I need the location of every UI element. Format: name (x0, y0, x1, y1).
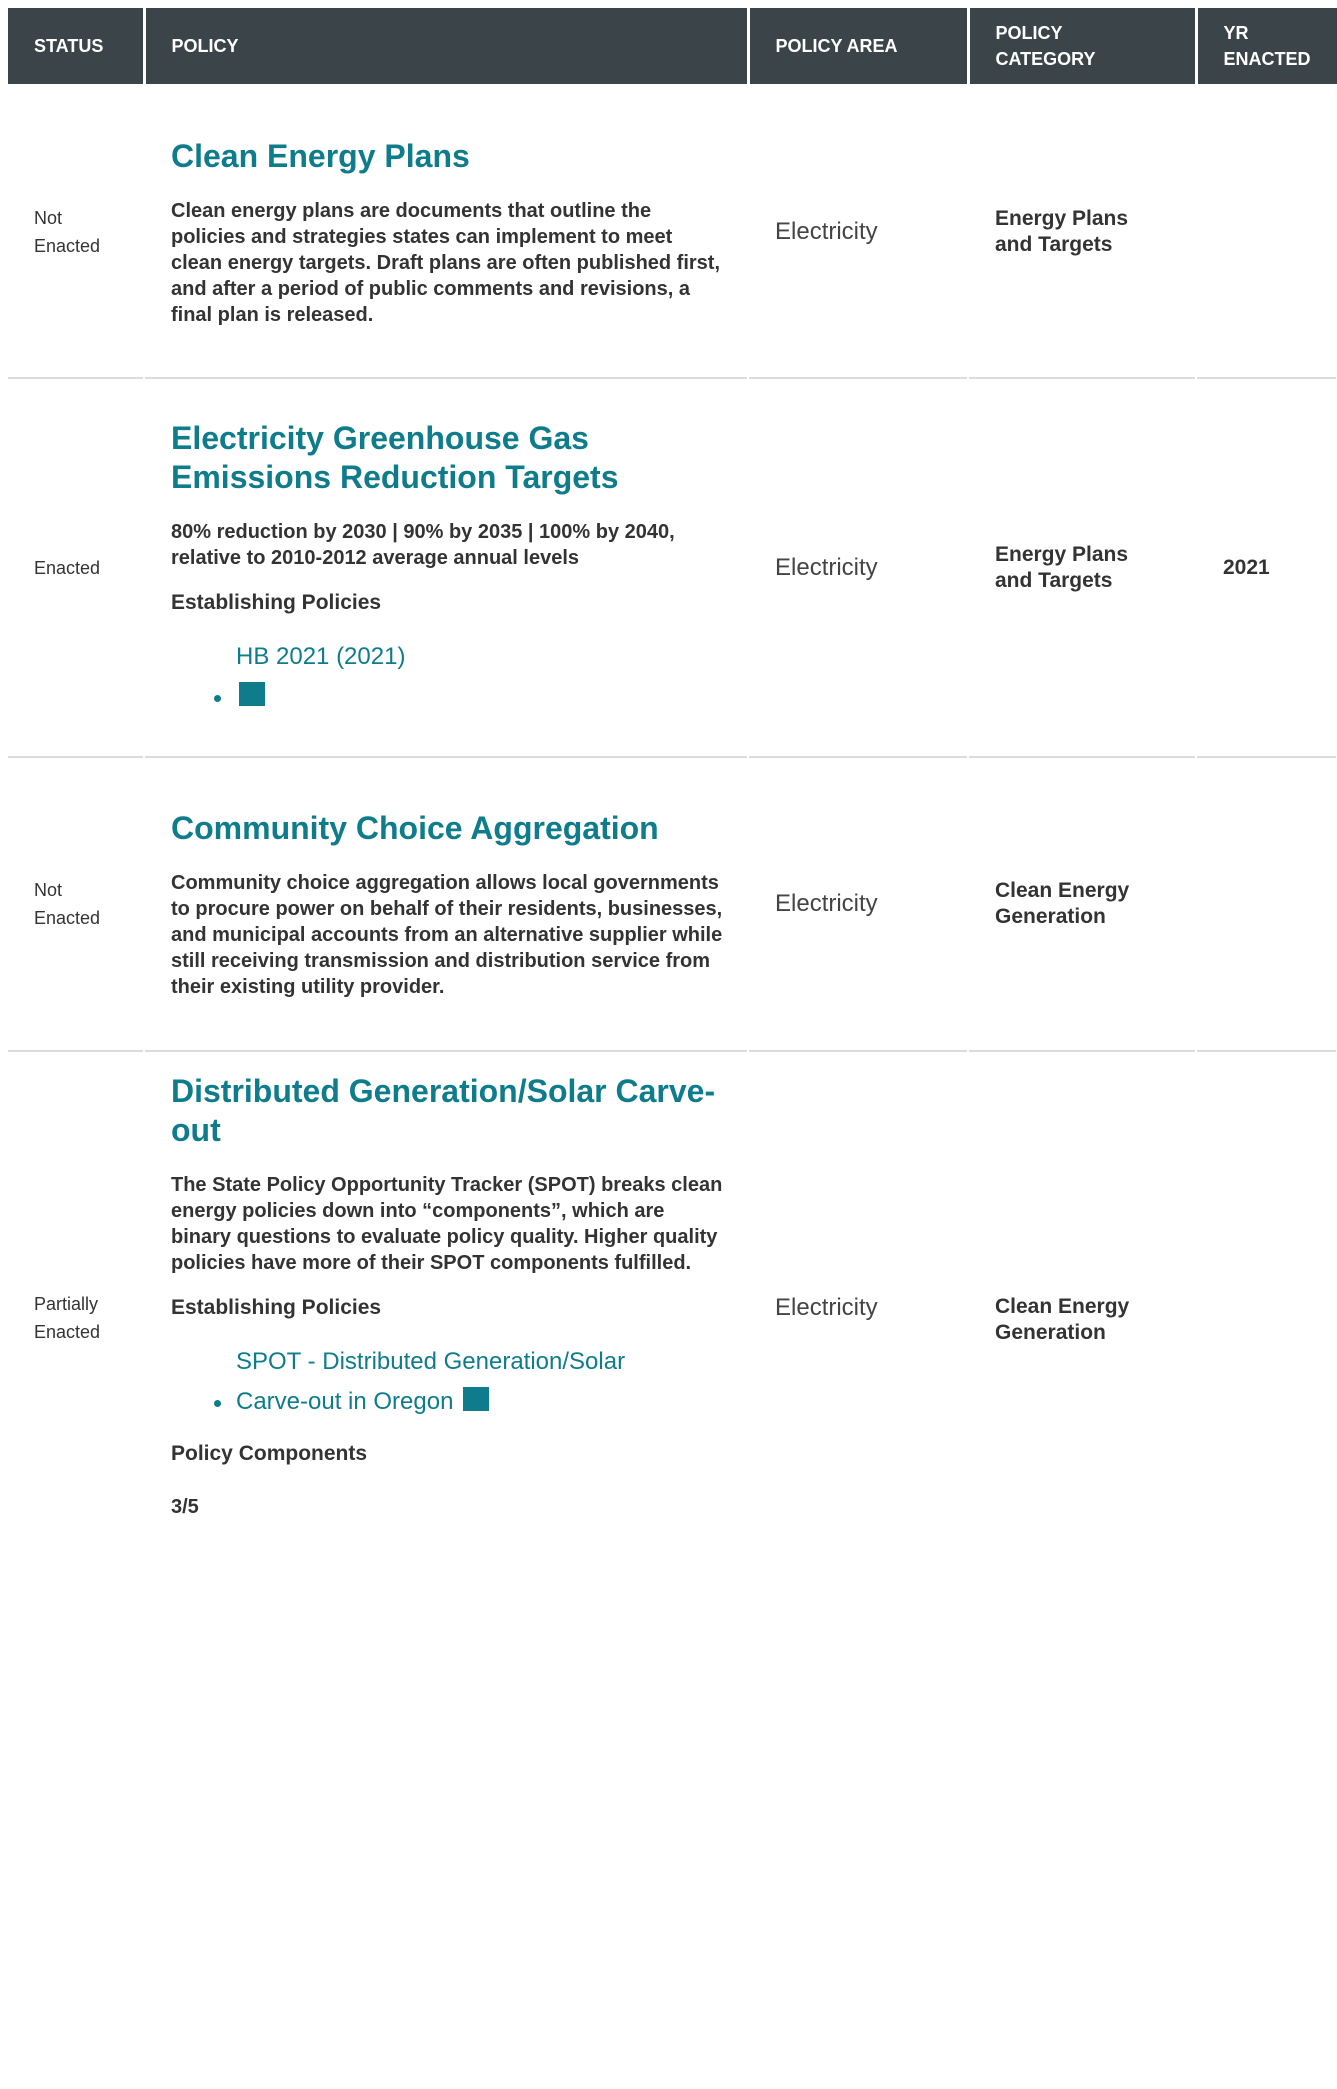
header-status-label: STATUS (34, 36, 104, 56)
table-row: Partially Enacted Distributed Generation/… (8, 1050, 1337, 1814)
status-text: Enacted (34, 557, 101, 578)
policy-components-value: 3/5 (171, 1496, 199, 1518)
establishing-policies-list: HB 2021 (2021) (171, 637, 723, 717)
policy-area-cell: Electricity (748, 756, 969, 1051)
table-row: Not Enacted Community Choice Aggregation … (8, 756, 1337, 1051)
table-header: STATUS POLICY POLICY AREA POLICY CATEGORY… (8, 8, 1337, 86)
status-text: Not (34, 208, 63, 228)
policy-area-cell: Electricity (748, 377, 969, 757)
list-item: HB 2021 (2021) (236, 637, 723, 677)
policy-description: Clean energy plans are documents that ou… (171, 199, 721, 326)
policy-area-cell: Electricity (748, 84, 969, 378)
table-row: Enacted Electricity Greenhouse Gas Emiss… (8, 377, 1337, 757)
header-area-label: POLICY AREA (775, 36, 898, 56)
header-yr-label-1: YR (1223, 23, 1249, 43)
status-cell: Not Enacted (8, 756, 145, 1051)
year-enacted-cell (1196, 756, 1337, 1051)
policy-title[interactable]: Community Choice Aggregation (171, 809, 723, 848)
policy-table-container: STATUS POLICY POLICY AREA POLICY CATEGORY… (8, 8, 1337, 1814)
external-link-square-icon[interactable] (239, 681, 265, 706)
status-text: Partially (34, 1294, 99, 1314)
policy-cell: Community Choice Aggregation Community c… (144, 756, 749, 1051)
header-category-label-2: CATEGORY (995, 49, 1096, 69)
year-enacted-cell (1196, 1050, 1337, 1814)
list-item: SPOT - Distributed Generation/Solar (236, 1342, 723, 1382)
policy-category-cell: Energy Plans and Targets (968, 377, 1197, 757)
table-row: Not Enacted Clean Energy Plans Clean ener… (8, 84, 1337, 378)
policy-description: The State Policy Opportunity Tracker (SP… (171, 1174, 723, 1274)
policy-area-cell: Electricity (748, 1050, 969, 1814)
status-text: Enacted (34, 908, 101, 928)
policy-link[interactable]: SPOT - Distributed Generation/Solar (236, 1348, 625, 1375)
policy-cell: Clean Energy Plans Clean energy plans ar… (144, 84, 749, 378)
header-yr-enacted[interactable]: YR ENACTED (1196, 8, 1337, 86)
header-policy-area[interactable]: POLICY AREA (748, 8, 970, 86)
policy-category-cell: Energy Plans and Targets (968, 84, 1197, 378)
year-enacted-cell: 2021 (1196, 377, 1337, 757)
list-item (214, 677, 723, 717)
list-item: Carve-out in Oregon (214, 1382, 723, 1422)
header-status[interactable]: STATUS (8, 8, 146, 86)
status-text: Enacted (34, 236, 101, 256)
policy-cell: Distributed Generation/Solar Carve-out T… (144, 1050, 749, 1814)
header-policy-category[interactable]: POLICY CATEGORY (968, 8, 1198, 86)
policy-description: 80% reduction by 2030 | 90% by 2035 | 10… (171, 520, 675, 569)
header-yr-label-2: ENACTED (1223, 49, 1311, 69)
policy-category-cell: Clean Energy Generation (968, 756, 1197, 1051)
header-policy-label: POLICY (171, 36, 239, 56)
status-cell: Not Enacted (8, 84, 145, 378)
policy-title[interactable]: Clean Energy Plans (171, 137, 723, 176)
header-policy[interactable]: POLICY (144, 8, 750, 86)
header-category-label-1: POLICY (995, 23, 1063, 43)
policy-cell: Electricity Greenhouse Gas Emissions Red… (144, 377, 749, 757)
establishing-policies-list: SPOT - Distributed Generation/Solar Carv… (171, 1342, 723, 1422)
external-link-square-icon[interactable] (463, 1387, 490, 1411)
status-cell: Partially Enacted (8, 1050, 145, 1814)
status-cell: Enacted (8, 377, 145, 757)
policy-title[interactable]: Electricity Greenhouse Gas Emissions Red… (171, 419, 723, 497)
year-enacted-cell (1196, 84, 1337, 378)
status-text: Not (34, 880, 63, 900)
status-text: Enacted (34, 1322, 101, 1342)
policy-link[interactable]: HB 2021 (2021) (236, 643, 405, 670)
establishing-policies-label: Establishing Policies (171, 590, 382, 614)
policy-description: Community choice aggregation allows loca… (171, 871, 723, 998)
establishing-policies-label: Establishing Policies (171, 1296, 382, 1319)
policy-category-cell: Clean Energy Generation (968, 1050, 1197, 1814)
policy-components-label: Policy Components (171, 1442, 368, 1465)
policy-link[interactable]: Carve-out in Oregon (236, 1388, 453, 1415)
policy-table: STATUS POLICY POLICY AREA POLICY CATEGORY… (8, 8, 1337, 1814)
policy-title[interactable]: Distributed Generation/Solar Carve-out (171, 1072, 723, 1150)
